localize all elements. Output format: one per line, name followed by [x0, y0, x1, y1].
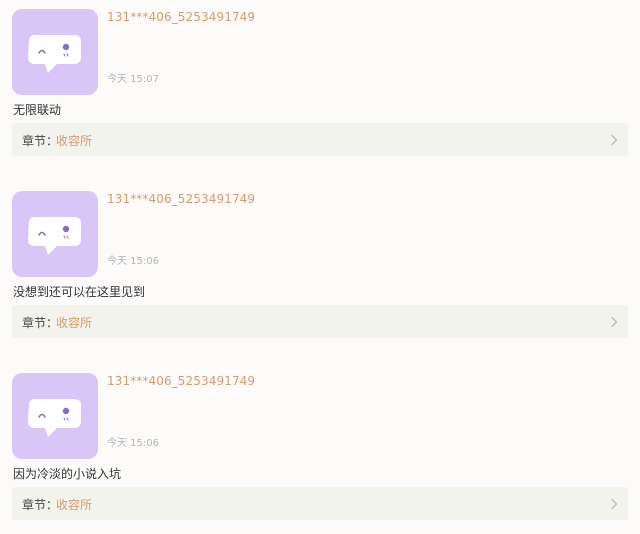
- chevron-right-icon: [611, 498, 618, 510]
- chapter-label: 章节：: [22, 498, 59, 512]
- chapter-name: 收容所: [56, 498, 93, 512]
- chapter-link[interactable]: 章节： 收容所: [12, 487, 628, 520]
- chapter-link[interactable]: 章节： 收容所: [12, 305, 628, 338]
- comment-text: 因为冷淡的小说入坑: [13, 467, 122, 481]
- avatar[interactable]: [12, 373, 98, 459]
- avatar[interactable]: [12, 9, 98, 95]
- chat-bubble-face-icon: [28, 35, 81, 73]
- username[interactable]: 131***406_5253491749: [107, 192, 255, 206]
- comment-item: 131***406_5253491749 今天 15:06 因为冷淡的小说入坑 …: [0, 364, 640, 534]
- comment-item: 131***406_5253491749 今天 15:06 没想到还可以在这里见…: [0, 182, 640, 352]
- chat-bubble-face-icon: [28, 399, 81, 437]
- chapter-name: 收容所: [56, 316, 93, 330]
- comment-item: 131***406_5253491749 今天 15:07 无限联动 章节： 收…: [0, 0, 640, 170]
- timestamp: 今天 15:06: [107, 438, 159, 449]
- chevron-right-icon: [611, 316, 618, 328]
- username[interactable]: 131***406_5253491749: [107, 10, 255, 24]
- avatar[interactable]: [12, 191, 98, 277]
- chapter-link[interactable]: 章节： 收容所: [12, 123, 628, 156]
- chat-bubble-face-icon: [28, 217, 81, 255]
- timestamp: 今天 15:07: [107, 74, 159, 85]
- comment-text: 无限联动: [13, 103, 62, 117]
- timestamp: 今天 15:06: [107, 256, 159, 267]
- comment-feed: 131***406_5253491749 今天 15:07 无限联动 章节： 收…: [0, 0, 640, 534]
- username[interactable]: 131***406_5253491749: [107, 374, 255, 388]
- chapter-label: 章节：: [22, 316, 59, 330]
- comment-text: 没想到还可以在这里见到: [13, 285, 146, 299]
- chapter-name: 收容所: [56, 134, 93, 148]
- chevron-right-icon: [611, 134, 618, 146]
- chapter-label: 章节：: [22, 134, 59, 148]
